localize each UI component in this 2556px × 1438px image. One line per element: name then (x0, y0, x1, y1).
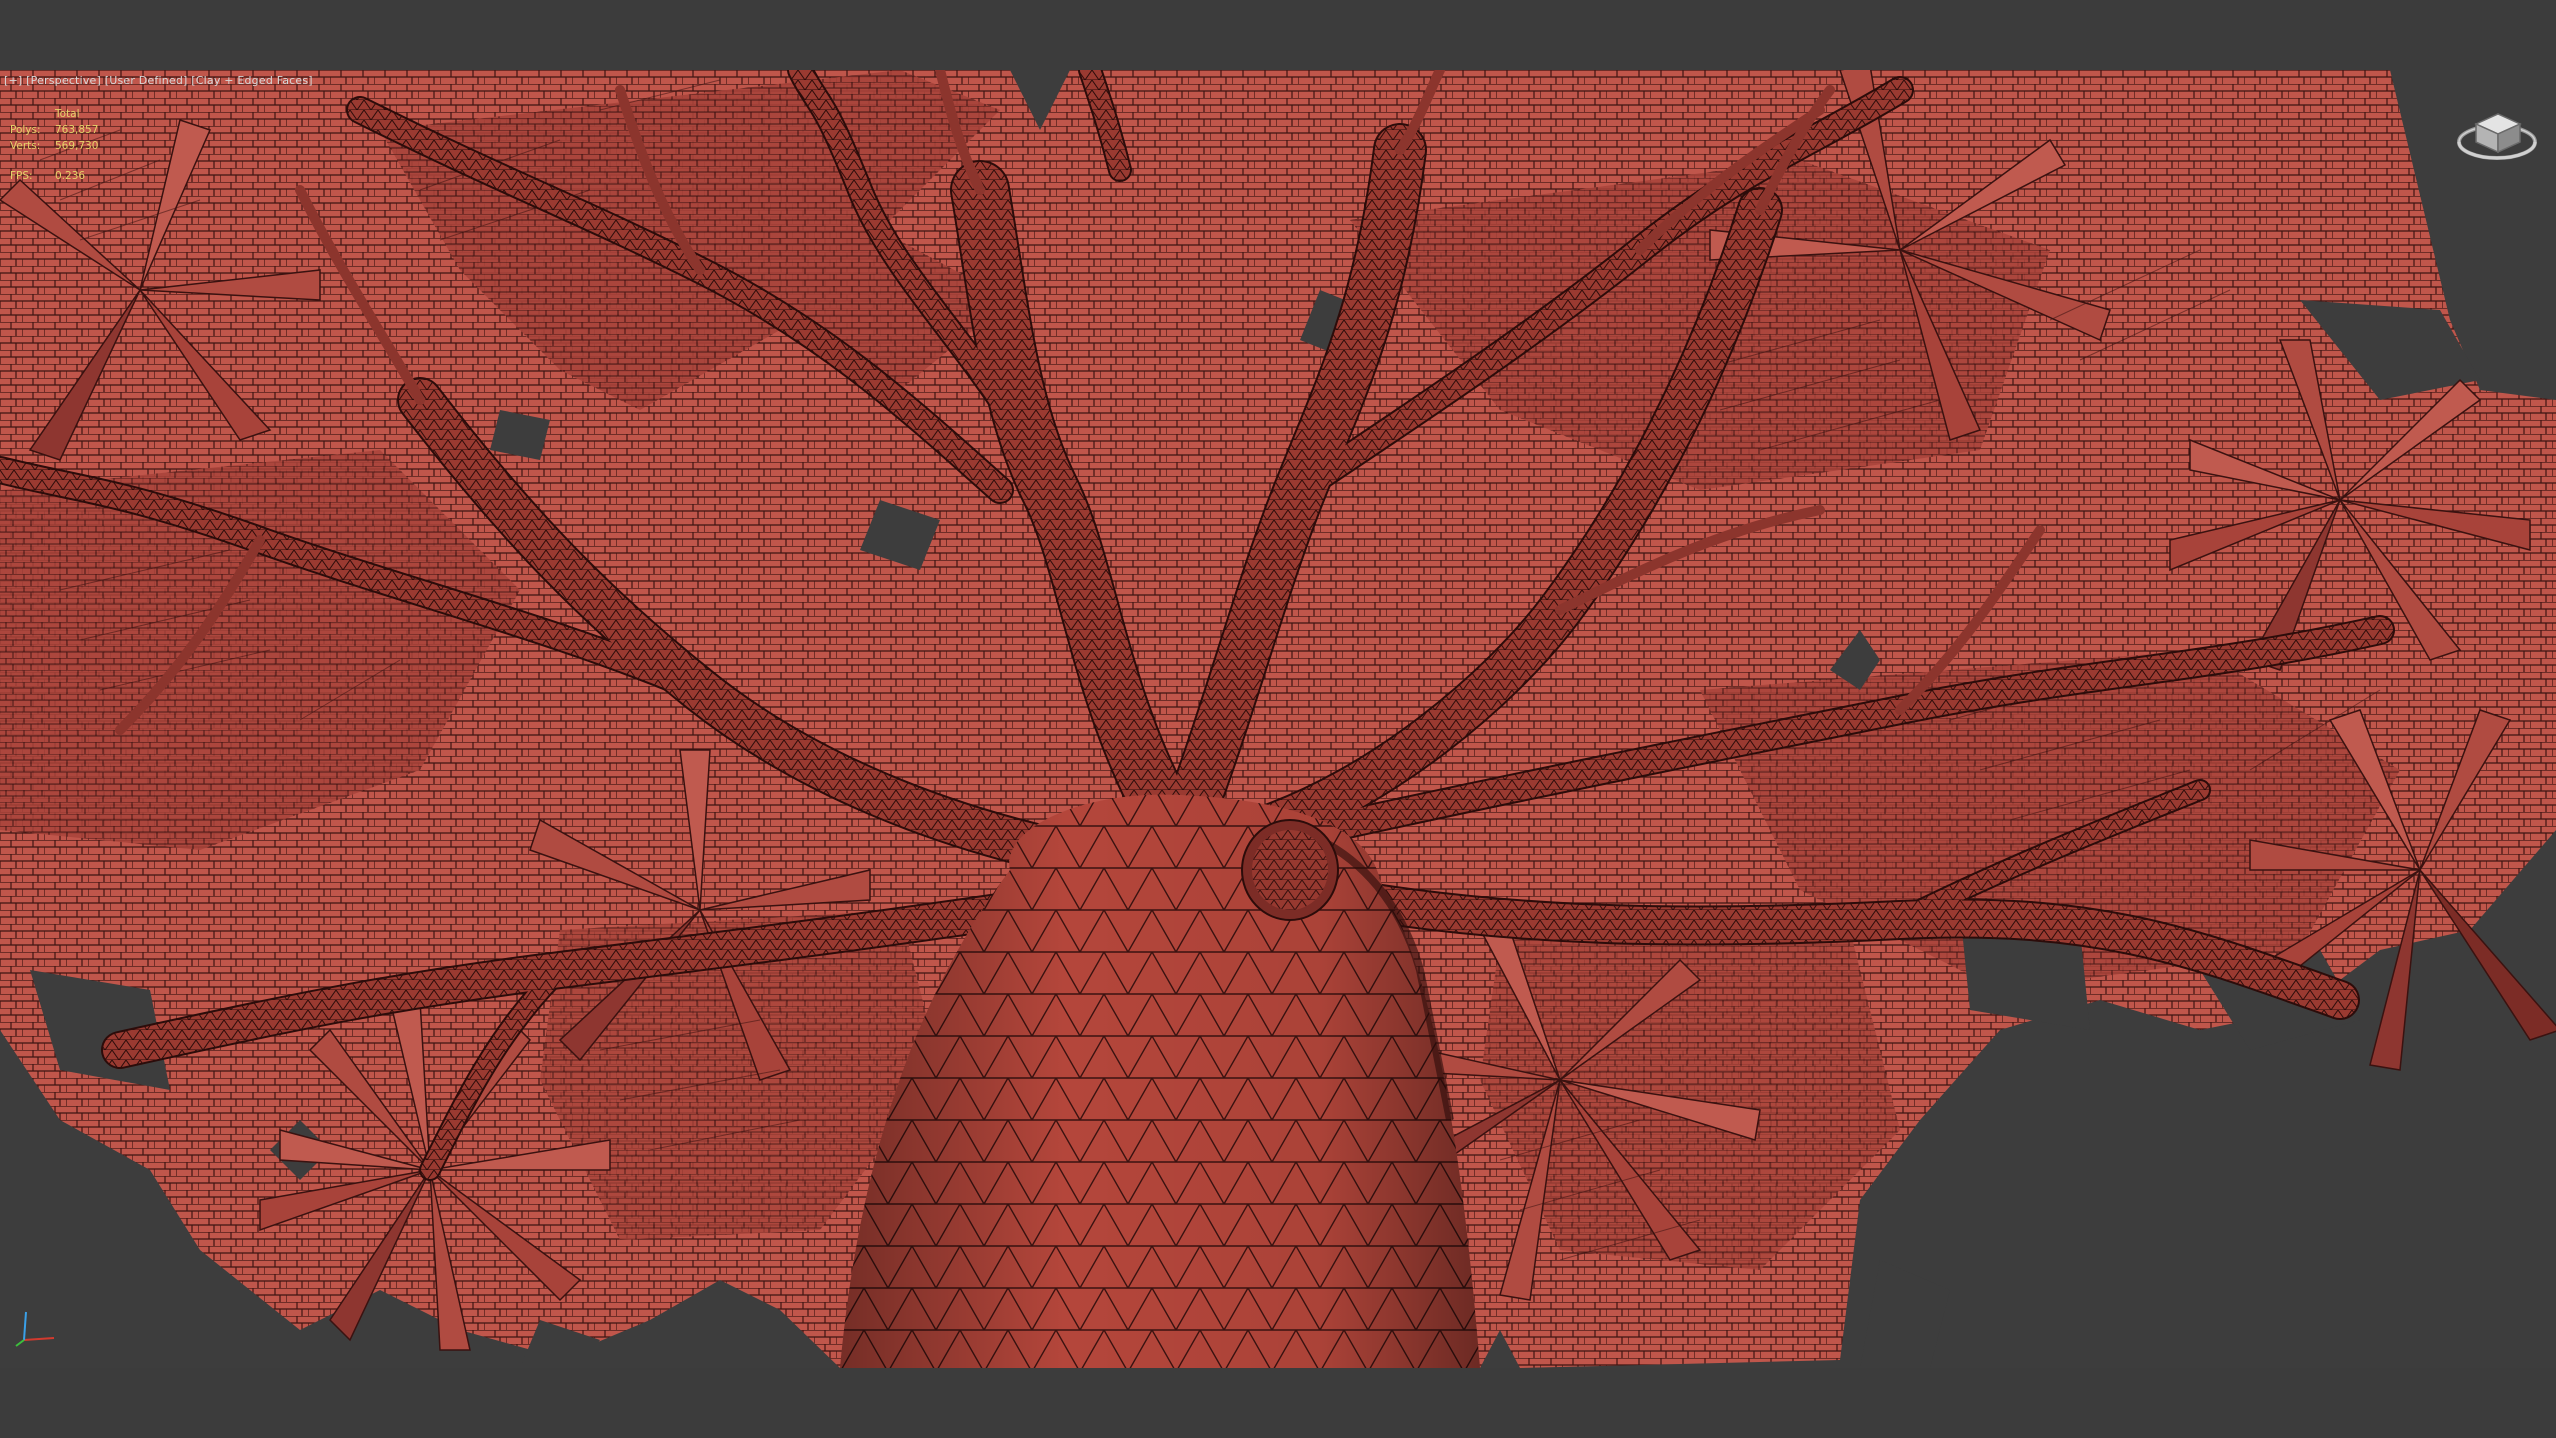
stats-fps-value: 0.236 (55, 170, 86, 182)
stats-header-row: Total (10, 106, 115, 122)
viewport-plus-menu[interactable]: [+] (4, 74, 22, 87)
viewport-mode-menu[interactable]: [Clay + Edged Faces] (191, 74, 313, 87)
stats-fps-label: FPS: (10, 170, 33, 182)
stats-total-label: Total (55, 108, 80, 120)
bottom-band (0, 1368, 2556, 1438)
stats-fps-row: FPS: 0.236 (10, 168, 115, 184)
3d-app-window: [+] [Perspective] [User Defined] [Clay +… (0, 0, 2556, 1438)
stats-polys-value: 763,857 (55, 124, 99, 136)
viewport-label[interactable]: [+] [Perspective] [User Defined] [Clay +… (4, 74, 313, 87)
stats-polys-row: Polys: 763,857 (10, 122, 115, 138)
axis-tripod-icon (15, 1311, 55, 1347)
statistics-overlay: Total Polys: 763,857 Verts: 569,730 FPS:… (10, 106, 115, 184)
perspective-viewport[interactable]: [+] [Perspective] [User Defined] [Clay +… (0, 70, 2556, 1368)
stats-verts-label: Verts: (10, 140, 41, 152)
viewport-view-menu[interactable]: [Perspective] (26, 74, 101, 87)
top-band (0, 0, 2556, 70)
viewport-shading-menu[interactable]: [User Defined] (105, 74, 188, 87)
stats-verts-row: Verts: 569,730 (10, 138, 115, 154)
stats-verts-value: 569,730 (55, 140, 99, 152)
clay-tree-model[interactable] (0, 70, 2556, 1368)
stats-polys-label: Polys: (10, 124, 41, 136)
viewcube-icon[interactable] (2454, 102, 2540, 166)
